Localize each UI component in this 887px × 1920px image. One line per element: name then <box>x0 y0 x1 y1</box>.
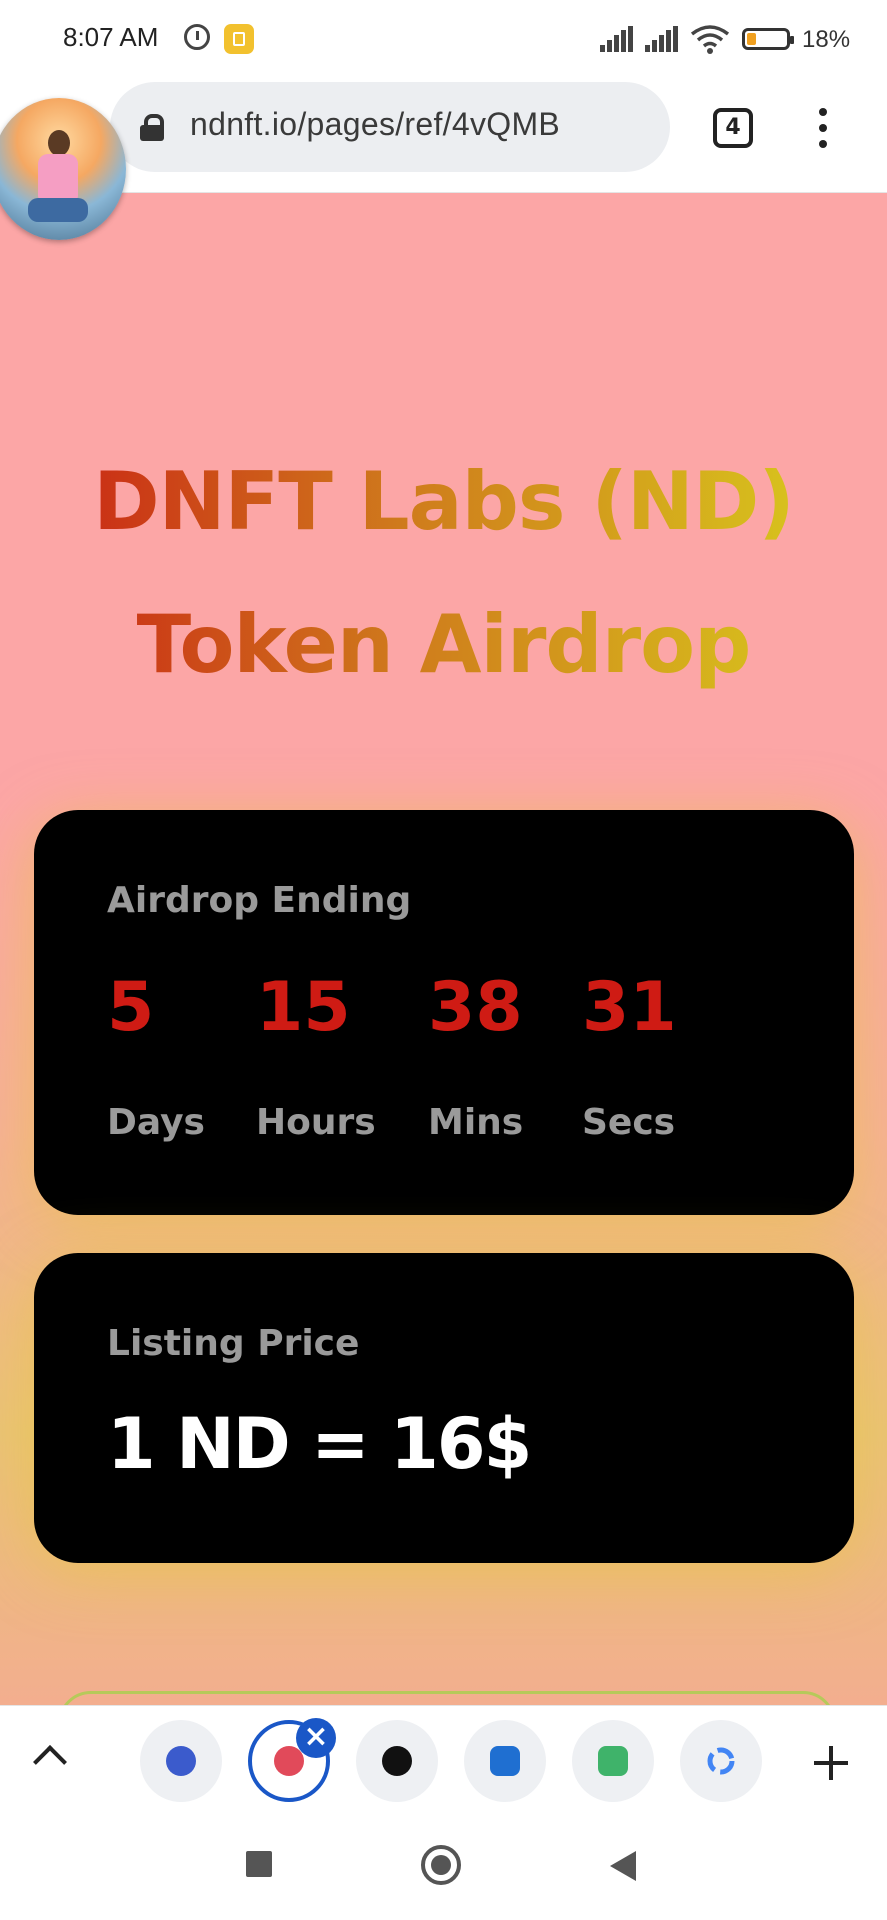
tab-switcher-button[interactable]: 4 <box>713 108 753 148</box>
wifi-icon <box>690 25 730 54</box>
globe-icon <box>382 1746 412 1776</box>
countdown-card: Airdrop Ending 5 15 38 31 Days Hours Min… <box>34 810 854 1215</box>
google-icon <box>707 1747 735 1775</box>
new-tab-icon[interactable] <box>814 1746 848 1780</box>
countdown-secs: 31 <box>582 968 677 1047</box>
notification-icon <box>224 24 254 54</box>
address-bar[interactable]: ndnft.io/pages/ref/4vQMB <box>110 82 670 172</box>
recents-button[interactable] <box>246 1851 272 1877</box>
listing-price-label: Listing Price <box>107 1323 360 1364</box>
signal-icon-2 <box>645 26 679 52</box>
countdown-label: Airdrop Ending <box>107 880 412 921</box>
countdown-mins: 38 <box>428 968 523 1047</box>
status-time: 8:07 AM <box>63 22 159 52</box>
listing-price-card: Listing Price 1 ND = 16$ <box>34 1253 854 1563</box>
countdown-mins-label: Mins <box>428 1102 524 1143</box>
countdown-hours: 15 <box>256 968 351 1047</box>
countdown-secs-label: Secs <box>582 1102 676 1143</box>
listing-price-value: 1 ND = 16$ <box>107 1403 532 1485</box>
countdown-days-label: Days <box>107 1102 205 1143</box>
tab-item[interactable] <box>140 1720 222 1802</box>
alarm-icon <box>184 24 210 50</box>
gigalife-icon <box>598 1746 628 1776</box>
tab-item[interactable] <box>464 1720 546 1802</box>
tab-item[interactable] <box>572 1720 654 1802</box>
home-button[interactable] <box>421 1845 461 1885</box>
shield-app-icon <box>166 1746 196 1776</box>
next-card <box>58 1691 836 1705</box>
countdown-days: 5 <box>107 968 155 1047</box>
battery-icon <box>742 28 794 50</box>
page-title-line-1: DNFT Labs (ND) <box>0 455 887 548</box>
tab-strip: × <box>0 1705 887 1817</box>
back-button[interactable] <box>610 1851 636 1881</box>
countdown-hours-label: Hours <box>256 1102 376 1143</box>
page-title-line-2: Token Airdrop <box>0 598 887 691</box>
close-tab-icon[interactable]: × <box>296 1718 336 1758</box>
app-icon <box>490 1746 520 1776</box>
system-nav-bar <box>0 1815 887 1920</box>
chevron-up-icon[interactable] <box>33 1745 67 1779</box>
signal-icon <box>600 26 634 52</box>
tab-item[interactable] <box>680 1720 762 1802</box>
lock-icon[interactable] <box>140 114 164 141</box>
web-page-content: DNFT Labs (ND) Token Airdrop Airdrop End… <box>0 193 887 1705</box>
browser-toolbar: ndnft.io/pages/ref/4vQMB 4 <box>0 80 887 193</box>
status-bar: 8:07 AM 18% <box>0 0 887 80</box>
battery-percent: 18% <box>802 26 851 53</box>
tab-item[interactable] <box>356 1720 438 1802</box>
url-text[interactable]: ndnft.io/pages/ref/4vQMB <box>190 106 560 143</box>
more-menu-icon[interactable] <box>816 108 830 152</box>
